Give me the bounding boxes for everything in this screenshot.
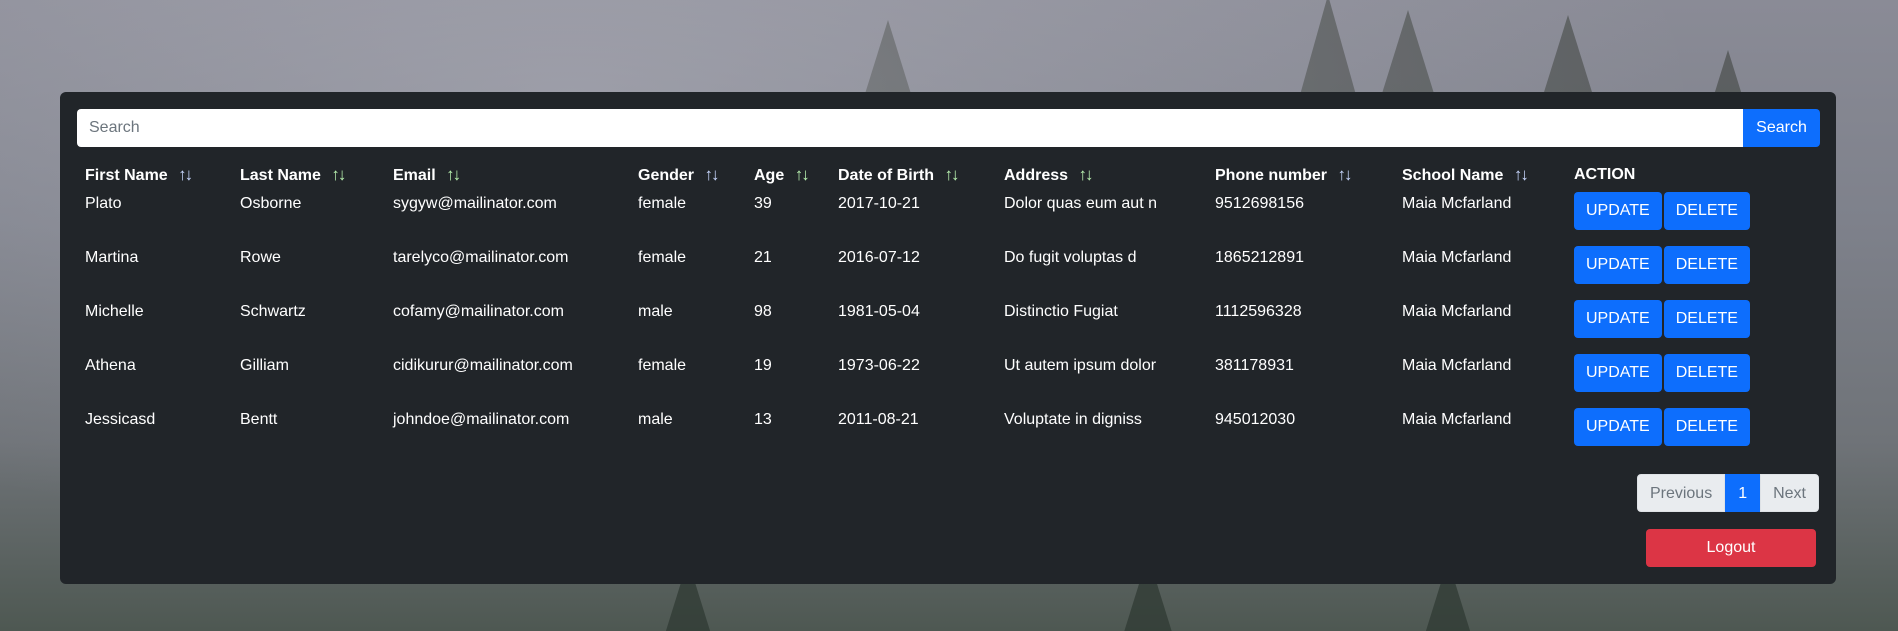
cell-phone: 381178931: [1215, 357, 1294, 374]
table-row: Martina Rowe tarelyco@mailinator.com fem…: [77, 246, 1802, 300]
update-button[interactable]: UPDATE: [1574, 300, 1662, 338]
cell-dob: 2016-07-12: [838, 249, 920, 266]
cell-last-name: Gilliam: [240, 357, 289, 374]
cell-address: Do fugit voluptas d: [1004, 249, 1137, 266]
cell-age: 21: [754, 249, 772, 266]
cell-school: Maia Mcfarland: [1402, 195, 1512, 212]
cell-address: Ut autem ipsum dolor: [1004, 357, 1157, 374]
cell-email: sygyw@mailinator.com: [393, 195, 557, 212]
column-header-address[interactable]: Address ↑↓: [996, 158, 1207, 192]
cell-dob: 2011-08-21: [838, 411, 919, 428]
cell-gender: female: [638, 195, 687, 212]
table-row: Jessicasd Bentt johndoe@mailinator.com m…: [77, 408, 1802, 462]
cell-gender: female: [638, 249, 687, 266]
column-header-age[interactable]: Age ↑↓: [746, 158, 830, 192]
column-header-date-of-birth[interactable]: Date of Birth ↑↓: [830, 158, 996, 192]
cell-phone: 9512698156: [1215, 195, 1304, 212]
column-header-email[interactable]: Email ↑↓: [385, 158, 630, 192]
cell-email: tarelyco@mailinator.com: [393, 249, 569, 266]
cell-address: Voluptate in digniss: [1004, 411, 1142, 428]
delete-button[interactable]: DELETE: [1663, 354, 1750, 392]
cell-actions: UPDATE DELETE: [1566, 192, 1802, 246]
delete-button[interactable]: DELETE: [1663, 408, 1750, 446]
column-header-last-name[interactable]: Last Name ↑↓: [232, 158, 385, 192]
update-button[interactable]: UPDATE: [1574, 246, 1662, 284]
delete-button[interactable]: DELETE: [1663, 192, 1750, 230]
cell-email: cofamy@mailinator.com: [393, 303, 564, 320]
cell-actions: UPDATE DELETE: [1566, 354, 1802, 408]
update-button[interactable]: UPDATE: [1574, 192, 1662, 230]
cell-last-name: Rowe: [240, 249, 281, 266]
delete-button[interactable]: DELETE: [1663, 246, 1750, 284]
table-header-row: First Name ↑↓ Last Name ↑↓ Email ↑↓ Gend…: [77, 158, 1802, 192]
cell-gender: male: [638, 303, 673, 320]
table-row: Plato Osborne sygyw@mailinator.com femal…: [77, 192, 1802, 246]
cell-first-name: Plato: [85, 195, 122, 212]
update-button[interactable]: UPDATE: [1574, 354, 1662, 392]
column-header-school-name[interactable]: School Name ↑↓: [1394, 158, 1566, 192]
cell-last-name: Schwartz: [240, 303, 306, 320]
table-row: Michelle Schwartz cofamy@mailinator.com …: [77, 300, 1802, 354]
search-button[interactable]: Search: [1743, 109, 1820, 147]
cell-phone: 1865212891: [1215, 249, 1304, 266]
delete-button[interactable]: DELETE: [1663, 300, 1750, 338]
cell-phone: 1112596328: [1215, 303, 1302, 320]
cell-first-name: Athena: [85, 357, 136, 374]
cell-gender: male: [638, 411, 673, 428]
sort-icon[interactable]: ↑↓: [944, 165, 959, 185]
previous-page-button[interactable]: Previous: [1636, 474, 1726, 512]
cell-email: cidikurur@mailinator.com: [393, 357, 573, 374]
sort-icon[interactable]: ↑↓: [178, 165, 193, 185]
logout-button[interactable]: Logout: [1646, 529, 1816, 567]
cell-age: 13: [754, 411, 772, 428]
cell-address: Distinctio Fugiat: [1004, 303, 1118, 320]
sort-icon[interactable]: ↑↓: [446, 165, 461, 185]
column-header-first-name[interactable]: First Name ↑↓: [77, 158, 232, 192]
update-button[interactable]: UPDATE: [1574, 408, 1662, 446]
cell-last-name: Osborne: [240, 195, 302, 212]
cell-school: Maia Mcfarland: [1402, 249, 1512, 266]
cell-age: 98: [754, 303, 772, 320]
cell-dob: 1981-05-04: [838, 303, 920, 320]
cell-school: Maia Mcfarland: [1402, 411, 1512, 428]
sort-icon[interactable]: ↑↓: [331, 165, 346, 185]
cell-phone: 945012030: [1215, 411, 1296, 428]
sort-icon[interactable]: ↑↓: [1078, 165, 1093, 185]
sort-icon[interactable]: ↑↓: [704, 165, 719, 185]
search-input[interactable]: [77, 109, 1743, 147]
column-header-phone-number[interactable]: Phone number ↑↓: [1207, 158, 1394, 192]
sort-icon[interactable]: ↑↓: [1337, 165, 1352, 185]
cell-address: Dolor quas eum aut n: [1004, 195, 1157, 212]
cell-dob: 1973-06-22: [838, 357, 920, 374]
pagination: Previous 1 Next: [1636, 474, 1819, 512]
cell-last-name: Bentt: [240, 411, 278, 428]
cell-email: johndoe@mailinator.com: [393, 411, 570, 428]
cell-gender: female: [638, 357, 687, 374]
students-table: First Name ↑↓ Last Name ↑↓ Email ↑↓ Gend…: [77, 158, 1802, 462]
column-header-action: ACTION: [1574, 166, 1636, 183]
search-bar: Search: [77, 109, 1820, 147]
cell-school: Maia Mcfarland: [1402, 357, 1512, 374]
cell-first-name: Jessicasd: [85, 411, 156, 428]
cell-school: Maia Mcfarland: [1402, 303, 1512, 320]
sort-icon[interactable]: ↑↓: [795, 165, 810, 185]
cell-dob: 2017-10-21: [838, 195, 920, 212]
page-number-button[interactable]: 1: [1725, 474, 1761, 512]
cell-first-name: Michelle: [85, 303, 144, 320]
cell-actions: UPDATE DELETE: [1566, 246, 1802, 300]
cell-age: 19: [754, 357, 772, 374]
students-panel: Search First Name ↑↓ Last Name ↑↓ Email …: [60, 92, 1836, 584]
cell-actions: UPDATE DELETE: [1566, 300, 1802, 354]
sort-icon[interactable]: ↑↓: [1514, 165, 1529, 185]
table-row: Athena Gilliam cidikurur@mailinator.com …: [77, 354, 1802, 408]
cell-first-name: Martina: [85, 249, 139, 266]
next-page-button[interactable]: Next: [1760, 474, 1819, 512]
cell-age: 39: [754, 195, 772, 212]
cell-actions: UPDATE DELETE: [1566, 408, 1802, 462]
column-header-gender[interactable]: Gender ↑↓: [630, 158, 746, 192]
